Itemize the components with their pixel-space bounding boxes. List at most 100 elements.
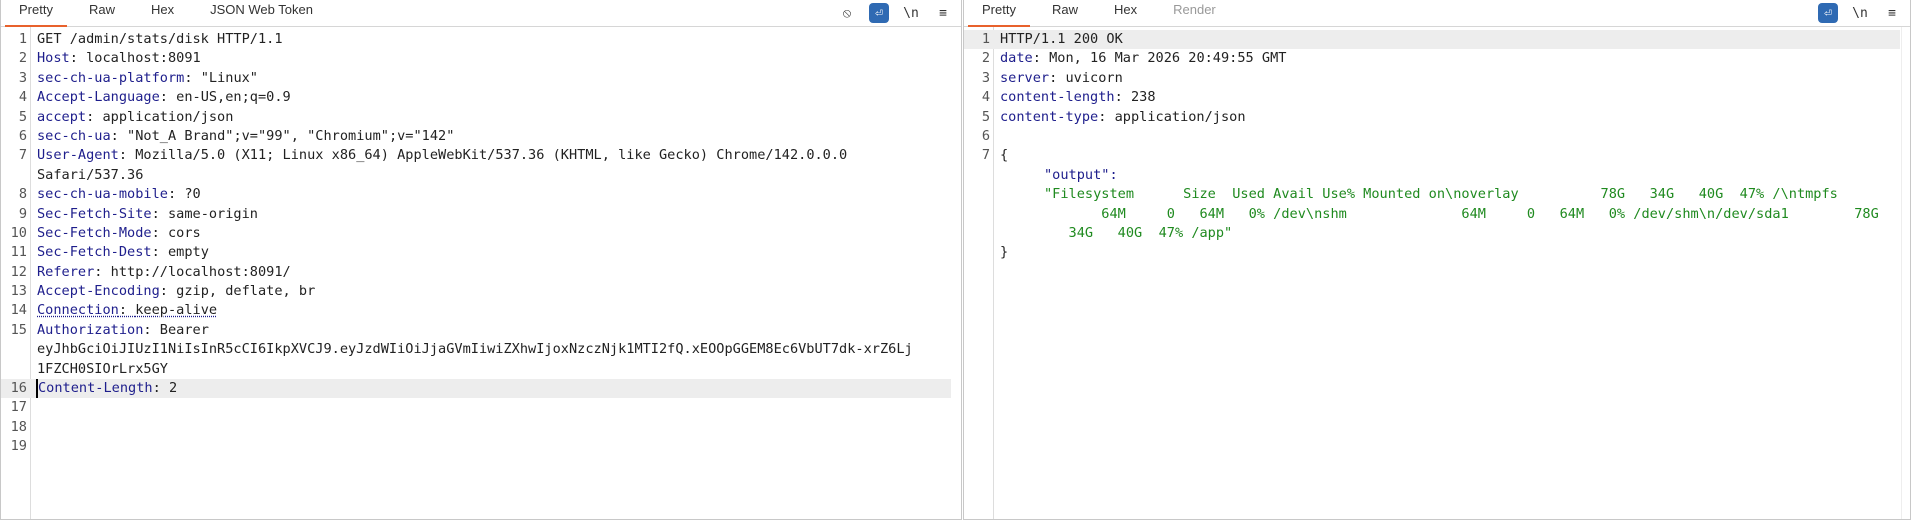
wrap-lines-icon[interactable]: ⏎ [1818,3,1838,23]
request-editor[interactable]: 1 GET /admin/stats/disk HTTP/1.1 2 Host: lo… [1,27,961,519]
line-content: "output": [1000,166,1118,185]
code-line: Safari/537.36 [1,166,951,185]
line-content: 34G 40G 47% /app" [1000,224,1233,243]
line-content: Accept-Encoding: gzip, deflate, br [37,282,315,301]
wrap-lines-icon[interactable]: ⏎ [869,3,889,23]
response-tab-hex[interactable]: Hex [1096,0,1155,26]
line-number: 15 [10,321,27,338]
hide-eye-slash-icon[interactable]: ⦸ [837,3,857,23]
json-string-value: 34G 40G 47% /app" [1044,224,1233,241]
code-line: 4 Accept-Language: en-US,en;q=0.9 [1,88,951,107]
header-value: { [1000,147,1009,164]
line-content: accept: application/json [37,108,233,127]
show-newlines-icon[interactable]: \n [1850,3,1870,23]
request-tab-pretty[interactable]: Pretty [1,0,71,27]
show-newlines-icon[interactable]: \n [901,3,921,23]
line-content: "Filesystem Size Used Avail Use% Mounted… [1000,185,1838,204]
header-name: Sec-Fetch-Mode [37,224,152,241]
line-content: content-type: application/json [1000,108,1246,127]
header-separator: : [118,147,136,164]
header-name: sec-ch-ua [37,127,111,144]
line-content: Referer: http://localhost:8091/ [37,263,291,282]
header-value: keep-alive [135,302,218,319]
code-line: "Filesystem Size Used Avail Use% Mounted… [964,185,1900,204]
line-content: date: Mon, 16 Mar 2026 20:49:55 GMT [1000,49,1286,68]
line-content: Sec-Fetch-Site: same-origin [37,205,258,224]
header-name: content-type [1000,108,1099,125]
line-number: 1 [18,31,27,47]
line-number: 4 [18,89,27,106]
response-tab-raw[interactable]: Raw [1034,0,1096,26]
code-line: 10 Sec-Fetch-Mode: cors [1,224,951,243]
header-separator: : [184,69,201,86]
code-line: 16 Content-Length: 2 [1,379,951,399]
response-scrollbar[interactable] [1901,27,1910,519]
header-separator: : [69,50,87,67]
header-separator: : [118,302,136,319]
code-line: 6 [964,127,1900,146]
line-number: 16 [10,380,27,397]
response-tab-render[interactable]: Render [1155,0,1234,26]
line-number: 7 [18,147,27,164]
request-tab-hex[interactable]: Hex [133,0,192,26]
code-line: 2 date: Mon, 16 Mar 2026 20:49:55 GMT [964,49,1900,68]
line-content: Authorization: Bearer [37,321,209,340]
header-name: accept [37,108,87,125]
line-content: content-length: 238 [1000,88,1156,107]
response-tab-pretty[interactable]: Pretty [964,0,1034,27]
header-value: uvicorn [1065,69,1123,86]
header-name: sec-ch-ua-platform [37,69,185,86]
menu-icon[interactable]: ≡ [933,3,953,23]
header-value: gzip, deflate, br [176,283,316,300]
json-string-value: 64M 0 64M 0% /dev\nshm 64M 0 64M 0% /dev… [1044,205,1879,222]
header-value: cors [167,224,201,241]
request-tab-raw[interactable]: Raw [71,0,133,26]
code-line: 19 [1,437,951,456]
header-value: 238 [1130,89,1156,106]
code-line: 11 Sec-Fetch-Dest: empty [1,243,951,262]
header-separator: : [152,380,169,397]
line-content: 64M 0 64M 0% /dev\nshm 64M 0 64M 0% /dev… [1000,205,1879,224]
header-value: application/json [102,108,234,125]
header-value: 1FZCH0SIOrLrx5GY [37,360,168,377]
header-value: GET /admin/stats/disk HTTP/1.1 [37,31,283,47]
header-separator: : [86,108,103,125]
menu-icon[interactable]: ≡ [1882,3,1902,23]
header-value: 2 [168,380,178,397]
code-line: 5 content-type: application/json [964,108,1900,127]
code-line: 1 GET /admin/stats/disk HTTP/1.1 [1,30,951,49]
header-value: http://localhost:8091/ [110,263,291,280]
code-line: 7 User-Agent: Mozilla/5.0 (X11; Linux x86… [1,146,951,165]
line-number: 2 [18,50,27,67]
line-content: GET /admin/stats/disk HTTP/1.1 [37,30,283,49]
line-number: 7 [981,147,990,164]
line-content: User-Agent: Mozilla/5.0 (X11; Linux x86_… [37,146,847,165]
header-separator: : [151,205,168,222]
code-line: 64M 0 64M 0% /dev\nshm 64M 0 64M 0% /dev… [964,205,1900,224]
line-number: 13 [10,283,27,300]
line-number: 3 [981,69,990,86]
response-editor[interactable]: 1 HTTP/1.1 200 OK 2 date: Mon, 16 Mar 2026 … [964,27,1910,519]
code-line: 1FZCH0SIOrLrx5GY [1,360,951,379]
header-separator: : [167,186,185,203]
code-line: } [964,243,1900,262]
line-number: 1 [981,31,990,47]
code-line: 13 Accept-Encoding: gzip, deflate, br [1,282,951,301]
header-value: "Not_A Brand";v="99", "Chromium";v="142" [127,127,455,144]
header-name: server [1000,69,1050,86]
request-tabbar: Pretty Raw Hex JSON Web Token ⦸ ⏎ \n ≡ [1,0,961,27]
header-separator: : [1098,108,1115,125]
json-string-value: "Filesystem Size Used Avail Use% Mounted… [1044,186,1838,203]
header-separator: : [1032,50,1050,67]
header-name: User-Agent [37,147,119,164]
line-number: 18 [10,418,27,435]
code-line: 5 accept: application/json [1,108,951,127]
header-value: Bearer [159,321,209,338]
line-content: sec-ch-ua-platform: "Linux" [37,69,258,88]
line-content: Sec-Fetch-Mode: cors [37,224,201,243]
code-line: 2 Host: localhost:8091 [1,49,951,68]
header-separator: : [151,244,168,261]
line-content: } [1000,243,1008,262]
request-tab-jwt[interactable]: JSON Web Token [192,0,331,26]
header-separator: : [159,89,177,106]
